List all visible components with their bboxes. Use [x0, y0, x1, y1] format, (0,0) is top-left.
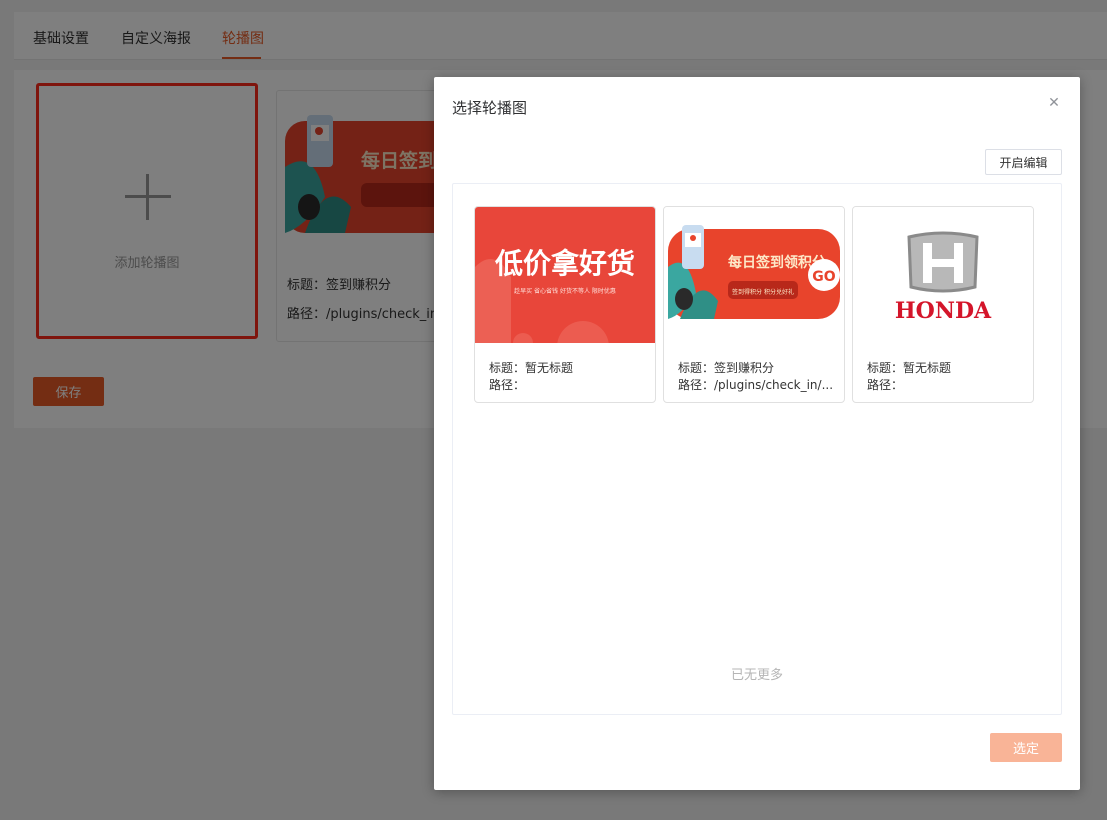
- low-price-banner-image: 低价拿好货 趁早买 省心省钱 好货不等人 限时优惠: [475, 207, 655, 343]
- carousel-picker-grid: 低价拿好货 趁早买 省心省钱 好货不等人 限时优惠 标题：暂无标题 路径： 每日…: [452, 183, 1062, 715]
- confirm-select-button[interactable]: 选定: [990, 733, 1062, 762]
- close-icon[interactable]: ✕: [1044, 93, 1064, 113]
- picker-item-path: 路径：/plugins/check_in/...: [678, 378, 834, 392]
- go-badge-text: GO: [812, 269, 835, 285]
- picker-item-low-price[interactable]: 低价拿好货 趁早买 省心省钱 好货不等人 限时优惠 标题：暂无标题 路径：: [474, 206, 656, 403]
- checkin-banner-subtext: 签到得积分 积分兑好礼: [732, 288, 794, 296]
- picker-item-path: 路径：: [867, 378, 904, 392]
- low-price-banner-subtext: 趁早买 省心省钱 好货不等人 限时优惠: [514, 287, 616, 295]
- enable-edit-button[interactable]: 开启编辑: [985, 149, 1062, 175]
- picker-item-checkin[interactable]: 每日签到领积分 签到得积分 积分兑好礼 GO 标题：签到赚积分 路径：/plug…: [663, 206, 845, 403]
- picker-item-honda[interactable]: HONDA 标题：暂无标题 路径：: [852, 206, 1034, 403]
- checkin-banner-image: 每日签到领积分 签到得积分 积分兑好礼 GO: [664, 207, 844, 343]
- honda-wordmark: HONDA: [895, 298, 992, 324]
- picker-item-title: 标题：签到赚积分: [678, 361, 775, 375]
- no-more-text: 已无更多: [730, 668, 783, 683]
- low-price-banner-text: 低价拿好货: [494, 247, 635, 280]
- picker-item-path: 路径：: [489, 378, 526, 392]
- picker-item-title: 标题：暂无标题: [867, 361, 952, 375]
- select-carousel-dialog: 选择轮播图 ✕ 开启编辑 低价拿好货 趁早买 省心省钱 好货不等人 限时优惠 标…: [434, 77, 1080, 790]
- picker-item-title: 标题：暂无标题: [489, 361, 574, 375]
- honda-logo-image: HONDA: [853, 207, 1033, 343]
- dialog-title: 选择轮播图: [452, 99, 528, 117]
